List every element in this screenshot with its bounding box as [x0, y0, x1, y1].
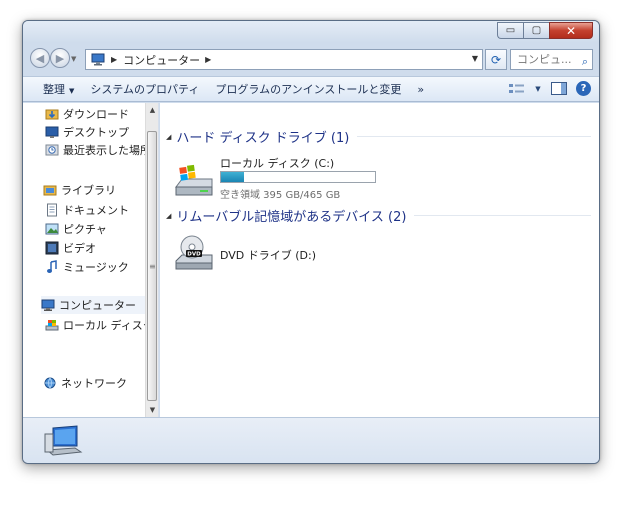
computer-icon	[91, 53, 105, 66]
nav-item-label: 最近表示した場所	[63, 144, 151, 157]
scroll-down-icon[interactable]: ▼	[146, 403, 158, 417]
scroll-thumb[interactable]: ≡	[147, 131, 157, 401]
close-button[interactable]: ✕	[549, 22, 593, 39]
recent-places-icon	[45, 144, 59, 156]
forward-arrow-icon: ▶	[55, 51, 65, 65]
title-bar[interactable]: ▭ ▢ ✕	[23, 21, 599, 43]
nav-item-label: ピクチャ	[63, 223, 107, 236]
group-divider	[414, 215, 591, 216]
address-dropdown-icon[interactable]: ▼	[472, 54, 478, 63]
maximize-button[interactable]: ▢	[523, 22, 549, 39]
music-icon	[47, 260, 57, 273]
breadcrumb-separator-icon[interactable]: ▶	[111, 55, 117, 64]
nav-item-network[interactable]: ネットワーク	[43, 374, 127, 392]
collapse-triangle-icon[interactable]: ◢	[166, 212, 171, 220]
nav-item-label: ドキュメント	[63, 204, 129, 217]
group-title: リムーバブル記憶域があるデバイス (2)	[176, 210, 407, 225]
preview-pane-icon[interactable]	[550, 81, 568, 96]
nav-item-libraries[interactable]: ライブラリ	[43, 181, 116, 199]
content-pane: ◢ ハード ディスク ドライブ (1) ローカル ディスク (C:) 空き領域 …	[160, 103, 599, 417]
group-header-removable-storage[interactable]: ◢ リムーバブル記憶域があるデバイス (2)	[166, 206, 591, 225]
drive-name: ローカル ディスク (C:)	[220, 157, 335, 170]
search-icon[interactable]: ⌕	[582, 52, 588, 71]
nav-item-desktop[interactable]: デスクトップ	[45, 123, 129, 141]
nav-item-downloads[interactable]: ダウンロード	[45, 105, 129, 123]
pictures-icon	[45, 223, 59, 235]
disk-usage-fill	[221, 172, 245, 182]
nav-item-label: ビデオ	[63, 242, 96, 255]
videos-icon	[45, 241, 59, 255]
navigation-scrollbar[interactable]: ▲ ≡ ▼	[145, 103, 158, 417]
nav-item-label: デスクトップ	[63, 126, 129, 139]
nav-item-recent-places[interactable]: 最近表示した場所	[45, 141, 151, 159]
uninstall-program-button[interactable]: プログラムのアンインストールと変更	[215, 81, 401, 97]
scroll-up-icon[interactable]: ▲	[146, 103, 158, 117]
group-header-hard-disks[interactable]: ◢ ハード ディスク ドライブ (1)	[166, 127, 591, 146]
network-icon	[44, 377, 56, 389]
refresh-button[interactable]: ⟳	[485, 49, 507, 70]
nav-item-pictures[interactable]: ピクチャ	[45, 220, 107, 238]
local-disk-icon	[45, 320, 59, 331]
forward-button[interactable]: ▶	[50, 48, 70, 68]
breadcrumb-computer[interactable]: コンピューター	[123, 52, 200, 68]
address-row: ◀ ▶ ▼ ▶ コンピューター ▶ ▼ ⟳ コンピュ... ⌕	[23, 45, 599, 73]
chevron-down-icon: ▼	[69, 87, 75, 95]
drive-free-space: 空き領域 395 GB/465 GB	[220, 190, 341, 201]
command-bar: 整理 ▼ システムのプロパティ プログラムのアンインストールと変更 » ▼ ?	[23, 76, 599, 102]
view-dropdown-icon[interactable]: ▼	[534, 81, 542, 96]
nav-item-music[interactable]: ミュージック	[45, 258, 129, 276]
nav-item-label: ダウンロード	[63, 108, 129, 121]
svg-text:DVD: DVD	[187, 252, 201, 258]
downloads-folder-icon	[45, 109, 59, 120]
search-placeholder: コンピュ...	[517, 53, 572, 66]
nav-item-label: ライブラリ	[61, 184, 116, 197]
caption-buttons: ▭ ▢ ✕	[497, 22, 593, 39]
documents-icon	[47, 203, 57, 217]
nav-item-videos[interactable]: ビデオ	[45, 239, 96, 257]
nav-item-local-disk[interactable]: ローカル ディスク (C:)	[45, 316, 158, 334]
details-pane	[23, 417, 599, 463]
refresh-icon: ⟳	[490, 52, 502, 67]
recent-pages-dropdown[interactable]: ▼	[71, 55, 76, 63]
breadcrumb-separator-icon[interactable]: ▶	[205, 55, 211, 64]
drive-name: DVD ドライブ (D:)	[220, 249, 317, 262]
explorer-window: ▭ ▢ ✕ ◀ ▶ ▼ ▶ コンピューター ▶ ▼ ⟳ コンピュ... ⌕ 整理…	[22, 20, 600, 464]
group-divider	[357, 136, 591, 137]
organize-button[interactable]: 整理 ▼	[43, 81, 74, 97]
minimize-button[interactable]: ▭	[497, 22, 523, 39]
nav-item-label: ネットワーク	[61, 377, 127, 390]
hard-drive-icon	[175, 164, 213, 196]
grip-icon: ≡	[149, 262, 156, 271]
computer-icon	[44, 425, 83, 456]
nav-item-computer[interactable]: コンピューター	[41, 296, 158, 314]
nav-item-documents[interactable]: ドキュメント	[45, 201, 129, 219]
system-properties-button[interactable]: システムのプロパティ	[90, 81, 199, 97]
help-icon[interactable]: ?	[576, 81, 591, 96]
navigation-pane: ダウンロード デスクトップ 最近表示した場所 ライブラリ ドキュメント ピクチャ…	[23, 103, 159, 417]
search-input[interactable]: コンピュ... ⌕	[510, 49, 593, 70]
view-controls: ▼ ?	[508, 81, 591, 96]
back-button[interactable]: ◀	[30, 48, 50, 68]
desktop-icon	[45, 126, 59, 138]
change-view-icon[interactable]	[508, 81, 526, 96]
libraries-icon	[43, 185, 57, 196]
disk-usage-bar	[220, 171, 376, 183]
collapse-triangle-icon[interactable]: ◢	[166, 133, 171, 141]
nav-item-label: コンピューター	[59, 299, 136, 312]
more-commands-button[interactable]: »	[417, 83, 424, 96]
back-arrow-icon: ◀	[35, 51, 45, 65]
nav-item-label: ミュージック	[63, 261, 129, 274]
dvd-drive-icon: DVD	[175, 235, 213, 270]
address-bar[interactable]: ▶ コンピューター ▶ ▼	[85, 49, 483, 70]
computer-icon	[41, 299, 55, 311]
group-title: ハード ディスク ドライブ (1)	[176, 131, 350, 146]
organize-label: 整理	[43, 83, 65, 96]
